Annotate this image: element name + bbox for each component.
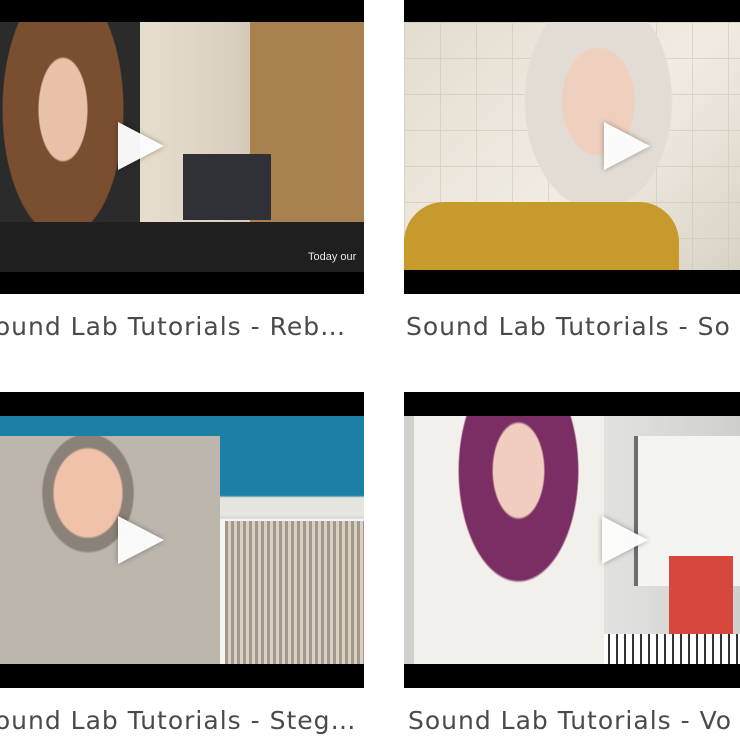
play-icon[interactable]: [602, 516, 648, 564]
video-thumbnail-2: [404, 22, 740, 270]
video-player-3[interactable]: [0, 392, 364, 688]
records-shape: [225, 521, 364, 664]
video-thumbnail-3: [0, 416, 364, 664]
keyboard-shape: [594, 634, 740, 664]
video-title-3[interactable]: Sound Lab Tutorials - Steg G s: [0, 706, 358, 735]
video-player-4[interactable]: [404, 392, 740, 688]
video-thumbnail-1: Today our: [0, 22, 364, 272]
book-shape: [669, 556, 733, 642]
play-icon[interactable]: [118, 516, 164, 564]
person-silhouette: [0, 436, 220, 664]
monitor-shape: [183, 154, 271, 220]
video-title-2[interactable]: Sound Lab Tutorials - So: [406, 312, 740, 341]
play-icon[interactable]: [604, 122, 650, 170]
video-player-2[interactable]: [404, 0, 740, 294]
video-title-4[interactable]: Sound Lab Tutorials - Vo: [408, 706, 740, 735]
video-title-1[interactable]: Sound Lab Tutorials - Rebecca: [0, 312, 358, 341]
video-overlay-caption: Today our: [308, 251, 357, 263]
shirt-shape: [404, 202, 679, 270]
video-thumbnail-4: [404, 416, 740, 664]
video-player-1[interactable]: Today our: [0, 0, 364, 294]
person-silhouette: [414, 416, 604, 664]
play-icon[interactable]: [118, 122, 164, 170]
desk-shape: [0, 222, 364, 272]
